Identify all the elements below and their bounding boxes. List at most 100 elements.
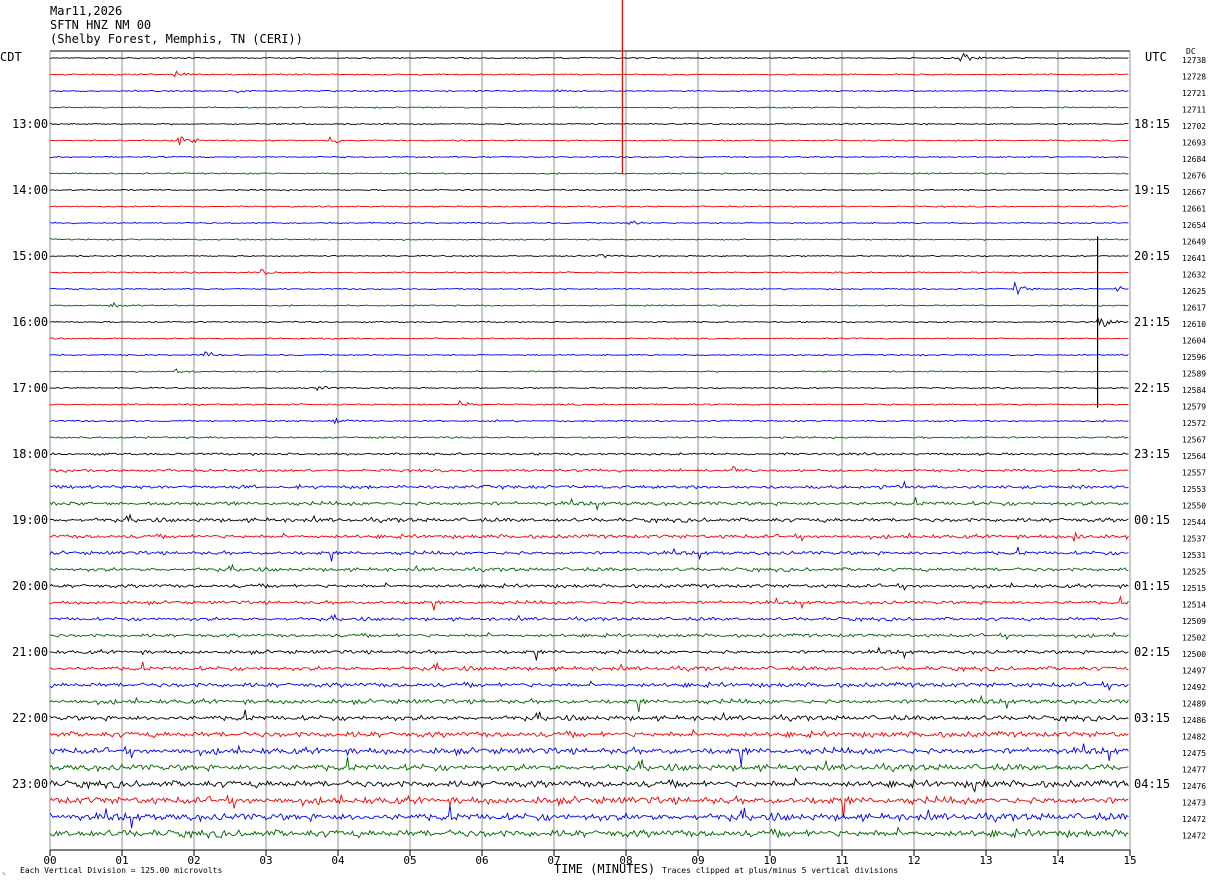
dc-offset-label: 12500 xyxy=(1182,650,1206,659)
trace-row xyxy=(49,680,1129,692)
dc-offset-label: 12531 xyxy=(1182,551,1206,560)
left-hour-label: 19:00 xyxy=(12,513,48,527)
trace-row xyxy=(49,595,1129,611)
dc-offset-label: 12661 xyxy=(1182,205,1206,214)
dc-offset-label: 12667 xyxy=(1182,188,1206,197)
dc-offset-label: 12489 xyxy=(1182,700,1206,709)
x-tick-label: 13 xyxy=(979,854,992,867)
dc-offset-label: 12482 xyxy=(1182,733,1206,742)
seismogram-plot: 00 01 02 03 04 05 06 07 08 09 10 11 12 13 14 1512738127… xyxy=(12,0,1206,867)
trace-row xyxy=(49,728,1129,739)
trace-row xyxy=(49,709,1129,723)
dc-offset-label: 12610 xyxy=(1182,320,1206,329)
trace-row xyxy=(49,661,1129,673)
trace-row xyxy=(49,435,1129,440)
dc-offset-label: 12693 xyxy=(1182,139,1206,148)
right-hour-label: 21:15 xyxy=(1134,315,1170,329)
trace-row xyxy=(49,135,1129,146)
trace-row xyxy=(49,826,1129,840)
dc-offset-label: 12502 xyxy=(1182,634,1206,643)
x-tick-label: 15 xyxy=(1123,854,1136,867)
dc-offset-label: 12711 xyxy=(1182,106,1206,115)
dc-offset-label: 12486 xyxy=(1182,716,1206,725)
dc-offset-label: 12625 xyxy=(1182,287,1206,296)
trace-row xyxy=(49,399,1129,407)
dc-offset-label: 12497 xyxy=(1182,667,1206,676)
dc-offset-label: 12492 xyxy=(1182,683,1206,692)
dc-offset-label: 12525 xyxy=(1182,568,1206,577)
right-hour-label: 23:15 xyxy=(1134,447,1170,461)
trace-row xyxy=(49,646,1129,661)
dc-offset-label: 12632 xyxy=(1182,271,1206,280)
trace-row xyxy=(49,794,1129,818)
x-tick-label: 12 xyxy=(907,854,920,867)
dc-offset-label: 12702 xyxy=(1182,122,1206,131)
trace-row xyxy=(50,205,1129,208)
dc-offset-label: 12584 xyxy=(1182,386,1206,395)
trace-row xyxy=(49,220,1129,225)
x-tick-label: 06 xyxy=(475,854,488,867)
left-hour-label: 21:00 xyxy=(12,645,48,659)
right-hour-label: 22:15 xyxy=(1134,381,1170,395)
dc-offset-label: 12738 xyxy=(1182,56,1206,65)
dc-offset-label: 12649 xyxy=(1182,238,1206,247)
x-tick-label: 05 xyxy=(403,854,416,867)
dc-offset-label: 12475 xyxy=(1182,749,1206,758)
dc-offset-label: 12684 xyxy=(1182,155,1206,164)
trace-row xyxy=(49,385,1129,391)
dc-offset-label: 12572 xyxy=(1182,419,1206,428)
trace-row xyxy=(49,743,1129,766)
trace-row xyxy=(49,563,1129,573)
x-tick-label: 14 xyxy=(1051,854,1065,867)
dc-offset-label: 12579 xyxy=(1182,403,1206,412)
x-tick-label: 04 xyxy=(331,854,345,867)
trace-row xyxy=(49,417,1129,425)
dc-offset-label: 12537 xyxy=(1182,535,1206,544)
right-hour-label: 02:15 xyxy=(1134,645,1170,659)
dc-offset-label: 12514 xyxy=(1182,601,1206,610)
right-hour-label: 01:15 xyxy=(1134,579,1170,593)
trace-row xyxy=(49,316,1129,327)
trace-row xyxy=(49,582,1129,592)
trace-row xyxy=(49,451,1129,457)
dc-offset-label: 12596 xyxy=(1182,353,1206,362)
left-hour-label: 23:00 xyxy=(12,777,48,791)
corner-mark: ⸌ xyxy=(2,871,6,880)
left-hour-label: 18:00 xyxy=(12,447,48,461)
x-tick-label: 03 xyxy=(259,854,272,867)
trace-row xyxy=(49,280,1129,296)
trace-row xyxy=(49,465,1129,473)
dc-offset-label: 12477 xyxy=(1182,766,1206,775)
dc-offset-label: 12544 xyxy=(1182,518,1206,527)
dc-offset-label: 12557 xyxy=(1182,469,1206,478)
trace-row xyxy=(49,546,1129,562)
trace-row xyxy=(49,497,1129,512)
trace-row xyxy=(49,777,1129,793)
right-hour-label: 19:15 xyxy=(1134,183,1170,197)
dc-offset-label: 12476 xyxy=(1182,782,1206,791)
trace-row xyxy=(49,351,1129,357)
left-hour-label: 22:00 xyxy=(12,711,48,725)
trace-row xyxy=(49,155,1129,159)
trace-row xyxy=(49,531,1129,543)
right-hour-label: 00:15 xyxy=(1134,513,1170,527)
dc-offset-label: 12617 xyxy=(1182,304,1206,313)
left-hour-label: 17:00 xyxy=(12,381,48,395)
trace-row xyxy=(49,694,1129,713)
trace-row xyxy=(49,513,1129,524)
dc-offset-label: 12721 xyxy=(1182,89,1206,98)
trace-row xyxy=(49,337,1129,340)
trace-row xyxy=(49,253,1129,259)
dc-offset-label: 12567 xyxy=(1182,436,1206,445)
trace-row xyxy=(49,172,1129,175)
dc-offset-label: 12564 xyxy=(1182,452,1206,461)
scale-note: Each Vertical Division = 125.00 microvol… xyxy=(20,866,223,875)
dc-offset-label: 12473 xyxy=(1182,799,1206,808)
right-hour-label: 04:15 xyxy=(1134,777,1170,791)
clip-note: Traces clipped at plus/minus 5 vertical … xyxy=(662,866,899,875)
dc-offset-label: 12553 xyxy=(1182,485,1206,494)
trace-row xyxy=(49,237,1129,242)
left-hour-label: 15:00 xyxy=(12,249,48,263)
x-axis-title: TIME (MINUTES) xyxy=(554,862,656,876)
trace-row xyxy=(49,52,1129,63)
